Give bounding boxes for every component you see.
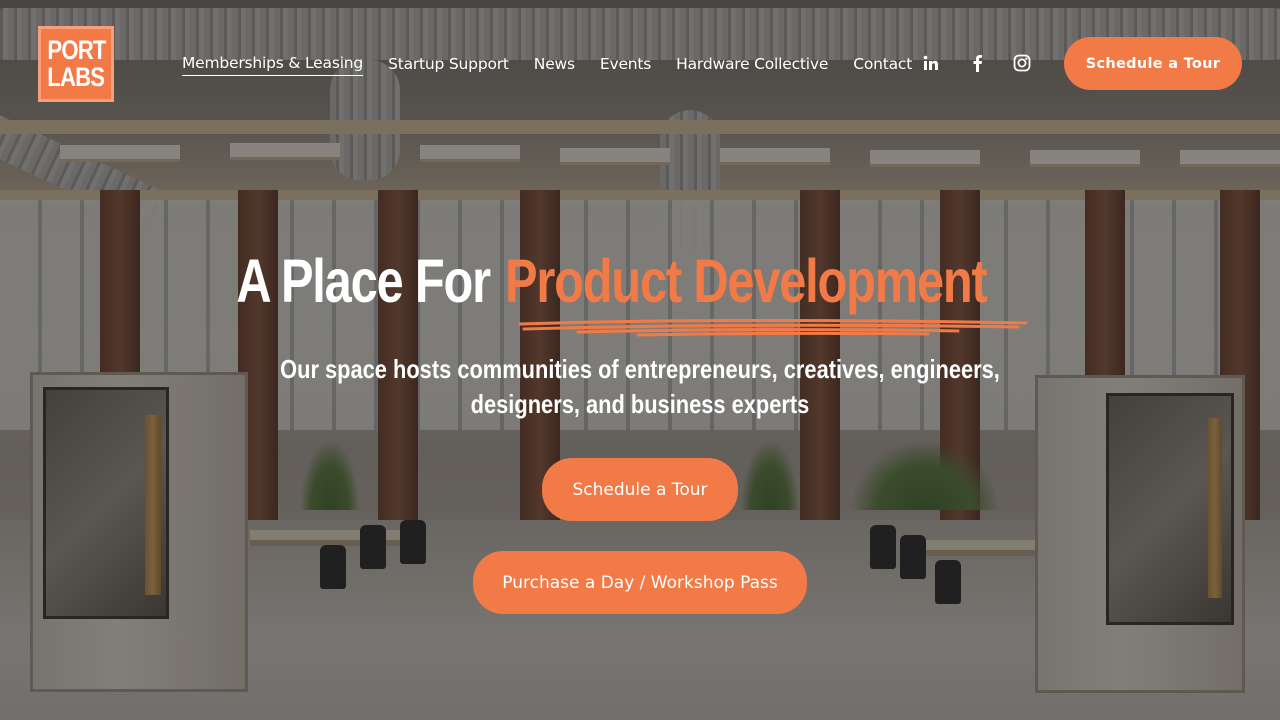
site-header: PORT LABS Memberships & Leasing Startup … bbox=[0, 0, 1280, 126]
nav-item-memberships-leasing[interactable]: Memberships & Leasing bbox=[182, 54, 363, 76]
nav-item-contact[interactable]: Contact bbox=[853, 55, 912, 76]
facebook-icon[interactable] bbox=[970, 52, 984, 74]
nav-item-events[interactable]: Events bbox=[600, 55, 651, 76]
hero-title: A Place For Product Development bbox=[0, 246, 1280, 316]
schedule-tour-button[interactable]: Schedule a Tour bbox=[542, 458, 738, 521]
portlabs-logo[interactable]: PORT LABS bbox=[38, 26, 114, 102]
main-nav: Memberships & Leasing Startup Support Ne… bbox=[182, 52, 937, 78]
hero-title-accent: Product Development bbox=[505, 247, 988, 315]
hero-title-white: A Place For bbox=[236, 247, 491, 315]
nav-item-news[interactable]: News bbox=[534, 55, 575, 76]
purchase-pass-button[interactable]: Purchase a Day / Workshop Pass bbox=[473, 551, 807, 614]
scribble-underline bbox=[518, 318, 1028, 337]
logo-line-1: PORT bbox=[46, 35, 106, 65]
schedule-tour-header-button[interactable]: Schedule a Tour bbox=[1064, 37, 1242, 90]
logo-line-2: LABS bbox=[47, 62, 106, 92]
linkedin-icon[interactable] bbox=[922, 52, 940, 74]
nav-item-hardware-collective[interactable]: Hardware Collective bbox=[676, 55, 828, 76]
nav-item-startup-support[interactable]: Startup Support bbox=[388, 55, 509, 76]
instagram-icon[interactable] bbox=[1012, 52, 1032, 74]
hero-subtitle: Our space hosts communities of entrepren… bbox=[280, 354, 1000, 419]
